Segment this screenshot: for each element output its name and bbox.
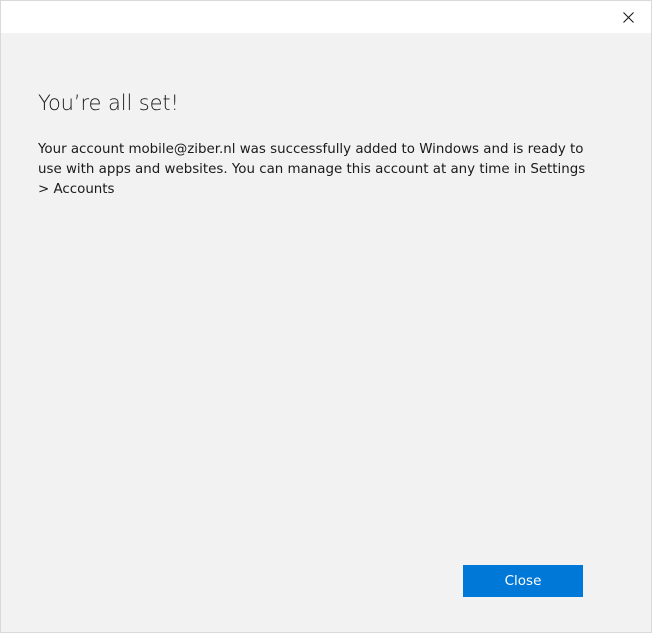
title-bar bbox=[1, 1, 651, 33]
dialog-content: You’re all set! Your account mobile@zibe… bbox=[1, 33, 651, 632]
success-message: Your account mobile@ziber.nl was success… bbox=[38, 142, 586, 197]
page-title: You’re all set! bbox=[38, 91, 179, 115]
window-close-button[interactable] bbox=[605, 1, 651, 33]
account-dialog-window: You’re all set! Your account mobile@zibe… bbox=[0, 0, 652, 633]
close-button[interactable]: Close bbox=[463, 565, 583, 597]
close-icon bbox=[622, 11, 634, 23]
